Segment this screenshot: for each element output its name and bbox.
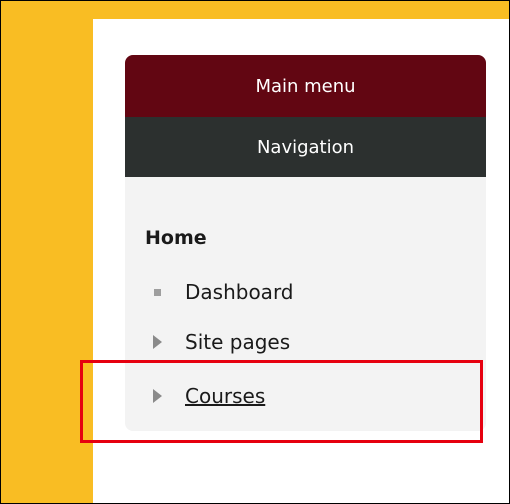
nav-item-label: Dashboard [185,280,294,304]
navigation-header[interactable]: Navigation [125,117,486,177]
main-menu-label: Main menu [255,75,356,97]
nav-home-link[interactable]: Home [145,227,207,249]
main-menu-header[interactable]: Main menu [125,55,486,117]
nav-item-dashboard[interactable]: Dashboard [151,277,294,307]
nav-item-label: Site pages [185,330,291,354]
screenshot-frame: Main menu Navigation Home Dashboard Site… [0,0,510,504]
navigation-label: Navigation [256,136,355,158]
square-bullet-icon [151,288,163,296]
triangle-right-icon[interactable] [151,335,163,349]
nav-item-site-pages[interactable]: Site pages [151,327,290,357]
page-background-top [1,1,509,19]
highlight-box [80,360,483,443]
